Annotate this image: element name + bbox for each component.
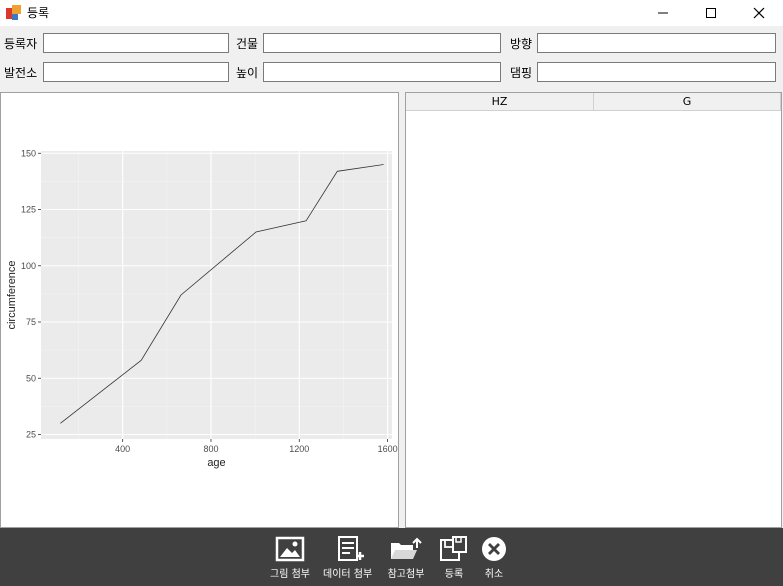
title-bar: 등록	[0, 0, 783, 26]
registrant-label: 등록자	[4, 37, 38, 51]
y-tick-label: 150	[21, 148, 36, 158]
y-tick-label: 75	[26, 317, 36, 327]
minimize-icon	[658, 12, 668, 14]
x-tick-label: 400	[115, 444, 130, 454]
building-label: 건물	[236, 37, 259, 51]
direction-label: 방향	[510, 37, 533, 51]
data-grid[interactable]: HZ G	[405, 92, 782, 528]
x-tick-label: 1200	[289, 444, 309, 454]
maximize-icon	[706, 8, 716, 18]
cancel-button[interactable]: 취소	[480, 536, 508, 580]
column-header-g[interactable]: G	[594, 93, 781, 111]
y-tick-label: 25	[26, 430, 36, 440]
chart-panel: 400 800 1200 1600 25 50 75 100 125 150 age circum…	[0, 92, 399, 528]
window-title: 등록	[27, 6, 50, 20]
registrant-input[interactable]	[43, 33, 229, 53]
y-tick-label: 50	[26, 373, 36, 383]
maximize-button[interactable]	[688, 0, 734, 26]
close-icon	[753, 7, 765, 19]
height-label: 높이	[236, 66, 259, 80]
cancel-label: 취소	[484, 569, 504, 580]
damping-input[interactable]	[537, 62, 776, 82]
x-tick-label: 1600	[378, 444, 398, 454]
minimize-button[interactable]	[640, 0, 686, 26]
image-icon	[275, 536, 305, 562]
cancel-icon	[482, 537, 506, 561]
data-add-icon	[337, 536, 364, 561]
x-tick-label: 800	[203, 444, 218, 454]
attach-reference-button[interactable]: 참고첨부	[386, 536, 426, 580]
register-label: 등록	[444, 569, 464, 580]
attach-image-label: 그림 첨부	[270, 569, 310, 580]
attach-data-button[interactable]: 데이터 첨부	[323, 536, 372, 580]
damping-label: 댐핑	[510, 66, 533, 80]
column-header-hz[interactable]: HZ	[406, 93, 594, 111]
register-button[interactable]: 등록	[440, 536, 468, 580]
bottom-toolbar: 그림 첨부 데이터 첨부 참고첨부 등록 취소	[0, 528, 783, 586]
plant-label: 발전소	[4, 66, 38, 80]
direction-input[interactable]	[537, 33, 776, 53]
x-axis-label: age	[207, 457, 225, 469]
y-tick-label: 100	[21, 261, 36, 271]
save-copy-icon	[440, 536, 467, 561]
app-icon	[6, 5, 22, 21]
height-input[interactable]	[263, 62, 501, 82]
attach-image-button[interactable]: 그림 첨부	[270, 536, 310, 580]
attach-data-label: 데이터 첨부	[323, 569, 373, 580]
line-chart: 400 800 1200 1600 25 50 75 100 125 150 age circum…	[6, 148, 398, 469]
y-tick-label: 125	[21, 205, 36, 215]
attach-reference-label: 참고첨부	[387, 569, 425, 580]
close-button[interactable]	[736, 0, 782, 26]
folder-upload-icon	[391, 537, 422, 559]
y-axis-label: circumference	[6, 260, 18, 329]
plant-input[interactable]	[43, 62, 229, 82]
plot-background	[41, 151, 392, 439]
building-input[interactable]	[263, 33, 501, 53]
